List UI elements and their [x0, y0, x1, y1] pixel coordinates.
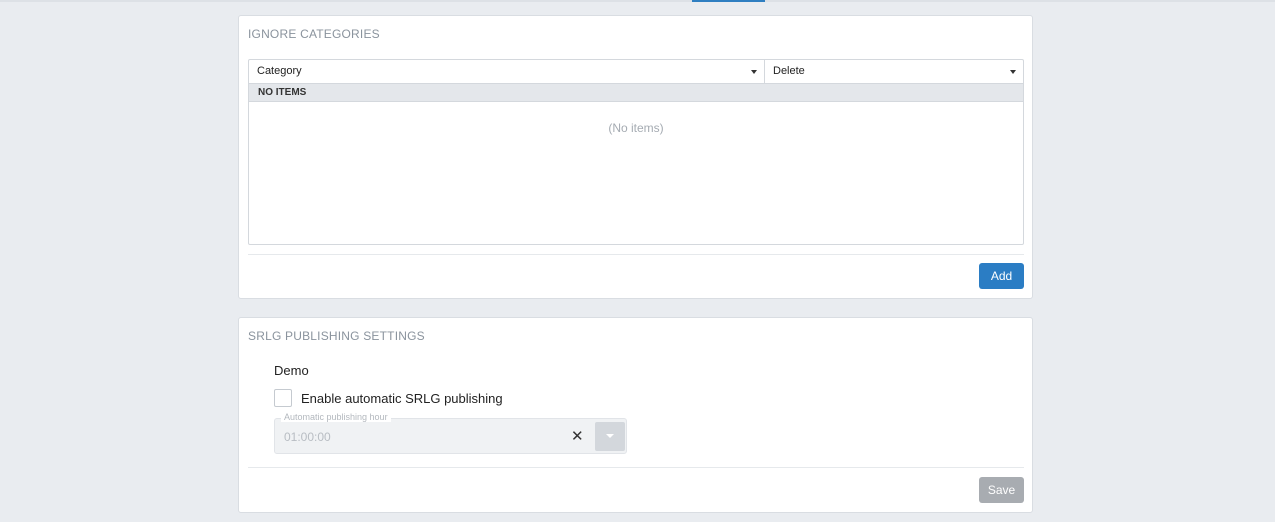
group-row: NO ITEMS	[249, 84, 1023, 102]
field-label: Automatic publishing hour	[281, 412, 391, 422]
column-header-delete[interactable]: Delete	[765, 60, 1023, 83]
panel-title: IGNORE CATEGORIES	[248, 27, 380, 41]
chevron-down-icon	[606, 434, 614, 438]
srlg-publishing-panel: SRLG PUBLISHING SETTINGS Demo Enable aut…	[238, 317, 1033, 513]
column-label: Delete	[773, 65, 805, 77]
field-value[interactable]: 01:00:00	[284, 430, 331, 444]
empty-message: (No items)	[608, 121, 664, 135]
save-button[interactable]: Save	[979, 477, 1024, 503]
grid-header: Category Delete	[249, 60, 1023, 84]
caret-down-icon[interactable]	[1010, 70, 1016, 74]
ignore-categories-panel: IGNORE CATEGORIES Category Delete NO ITE…	[238, 15, 1033, 299]
panel-title: SRLG PUBLISHING SETTINGS	[248, 329, 425, 343]
column-label: Category	[257, 65, 302, 77]
enable-publishing-checkbox[interactable]	[274, 389, 292, 407]
section-label: Demo	[274, 363, 309, 378]
add-button[interactable]: Add	[979, 263, 1024, 289]
active-tab-indicator	[692, 0, 765, 2]
divider	[248, 467, 1024, 468]
top-border	[0, 0, 1275, 2]
caret-down-icon[interactable]	[751, 70, 757, 74]
column-header-category[interactable]: Category	[249, 60, 765, 83]
close-icon[interactable]: ✕	[571, 427, 584, 445]
categories-grid: Category Delete NO ITEMS (No items)	[248, 59, 1024, 245]
divider	[248, 254, 1024, 255]
publishing-hour-field[interactable]: Automatic publishing hour 01:00:00 ✕	[274, 412, 627, 454]
dropdown-button[interactable]	[595, 422, 625, 451]
checkbox-label[interactable]: Enable automatic SRLG publishing	[301, 391, 503, 406]
